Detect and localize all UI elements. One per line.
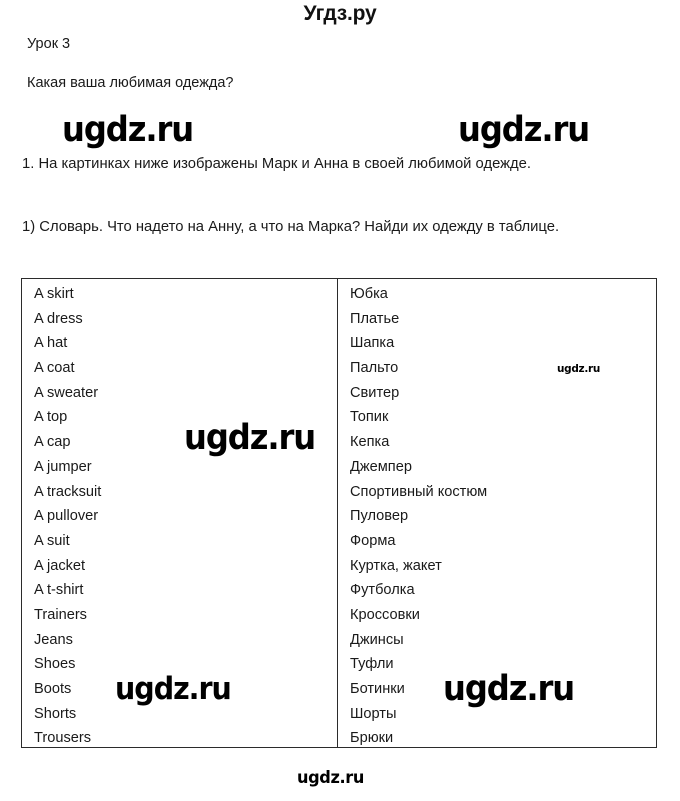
vocabulary-cell-russian: Форма (350, 532, 396, 549)
vocabulary-cell-russian: Юбка (350, 286, 388, 302)
vocabulary-cell-english: A top (34, 409, 68, 426)
task-1-text: 1. На картинках ниже изображены Марк и А… (22, 156, 532, 172)
vocabulary-cell-english: Jeans (34, 631, 73, 648)
vocabulary-cell-russian: Платье (350, 310, 400, 327)
vocabulary-cell-english: A jacket (34, 557, 86, 574)
vocabulary-cell-russian: Спортивный костюм (350, 483, 488, 500)
vocabulary-cell-russian: Джинсы (350, 631, 404, 648)
site-header-title: Угдз.ру (303, 2, 377, 25)
vocabulary-cell-russian: Кроссовки (350, 606, 420, 623)
vocabulary-cell-english: A skirt (34, 286, 74, 302)
vocabulary-cell-english: A hat (34, 335, 68, 352)
vocabulary-cell-russian: Ботинки (350, 681, 405, 697)
vocabulary-column-russian: Юбка Платье Шапка Пальто Свитер Топик Кепка Дже… (338, 279, 656, 747)
vocabulary-cell-russian: Шорты (350, 705, 397, 722)
vocabulary-table: A skirt A dress A hat A coat A sweater A top A… (21, 278, 657, 748)
vocabulary-cell-english: Boots (34, 681, 72, 697)
vocabulary-cell-english: A cap (34, 434, 71, 451)
vocabulary-cell-russian: Пуловер (350, 508, 409, 525)
worksheet-page: Угдз.ру Урок 3 Какая ваша любимая одежда… (0, 0, 680, 801)
vocabulary-cell-english: Trousers (34, 730, 92, 747)
vocabulary-cell-english: Trainers (34, 606, 87, 623)
task-1a-text: 1) Словарь. Что надето на Анну, а что на… (22, 219, 560, 235)
vocabulary-column-english: A skirt A dress A hat A coat A sweater A top A… (22, 279, 338, 747)
watermark-top-right: ugdz.ru (458, 110, 590, 150)
lesson-label: Урок 3 (27, 36, 71, 52)
vocabulary-cell-russian: Кепка (350, 434, 390, 451)
vocabulary-cell-english: Shorts (34, 705, 77, 722)
vocabulary-cell-english: A suit (34, 532, 70, 549)
vocabulary-cell-russian: Куртка, жакет (350, 557, 442, 574)
vocabulary-cell-russian: Топик (350, 409, 389, 426)
vocabulary-cell-english: A dress (34, 310, 83, 327)
vocabulary-cell-english: A tracksuit (34, 483, 102, 500)
vocabulary-cell-russian: Футболка (350, 582, 415, 599)
vocabulary-cell-russian: Джемпер (350, 458, 412, 475)
vocabulary-cell-english: A jumper (34, 458, 92, 475)
vocabulary-cell-russian: Брюки (350, 730, 394, 747)
vocabulary-cell-russian: Свитер (350, 384, 400, 401)
vocabulary-cell-russian: Пальто (350, 360, 399, 377)
vocabulary-cell-russian: Туфли (350, 656, 394, 673)
watermark-bottom: ugdz.ru (297, 768, 364, 788)
vocabulary-cell-english: A t-shirt (34, 582, 84, 599)
vocabulary-cell-english: A coat (34, 360, 75, 377)
vocabulary-cell-english: Shoes (34, 656, 76, 673)
watermark-top-left: ugdz.ru (62, 110, 194, 150)
vocabulary-cell-english: A pullover (34, 508, 99, 525)
vocabulary-cell-english: A sweater (34, 384, 99, 401)
vocabulary-cell-russian: Шапка (350, 335, 395, 352)
lesson-question: Какая ваша любимая одежда? (27, 75, 234, 91)
